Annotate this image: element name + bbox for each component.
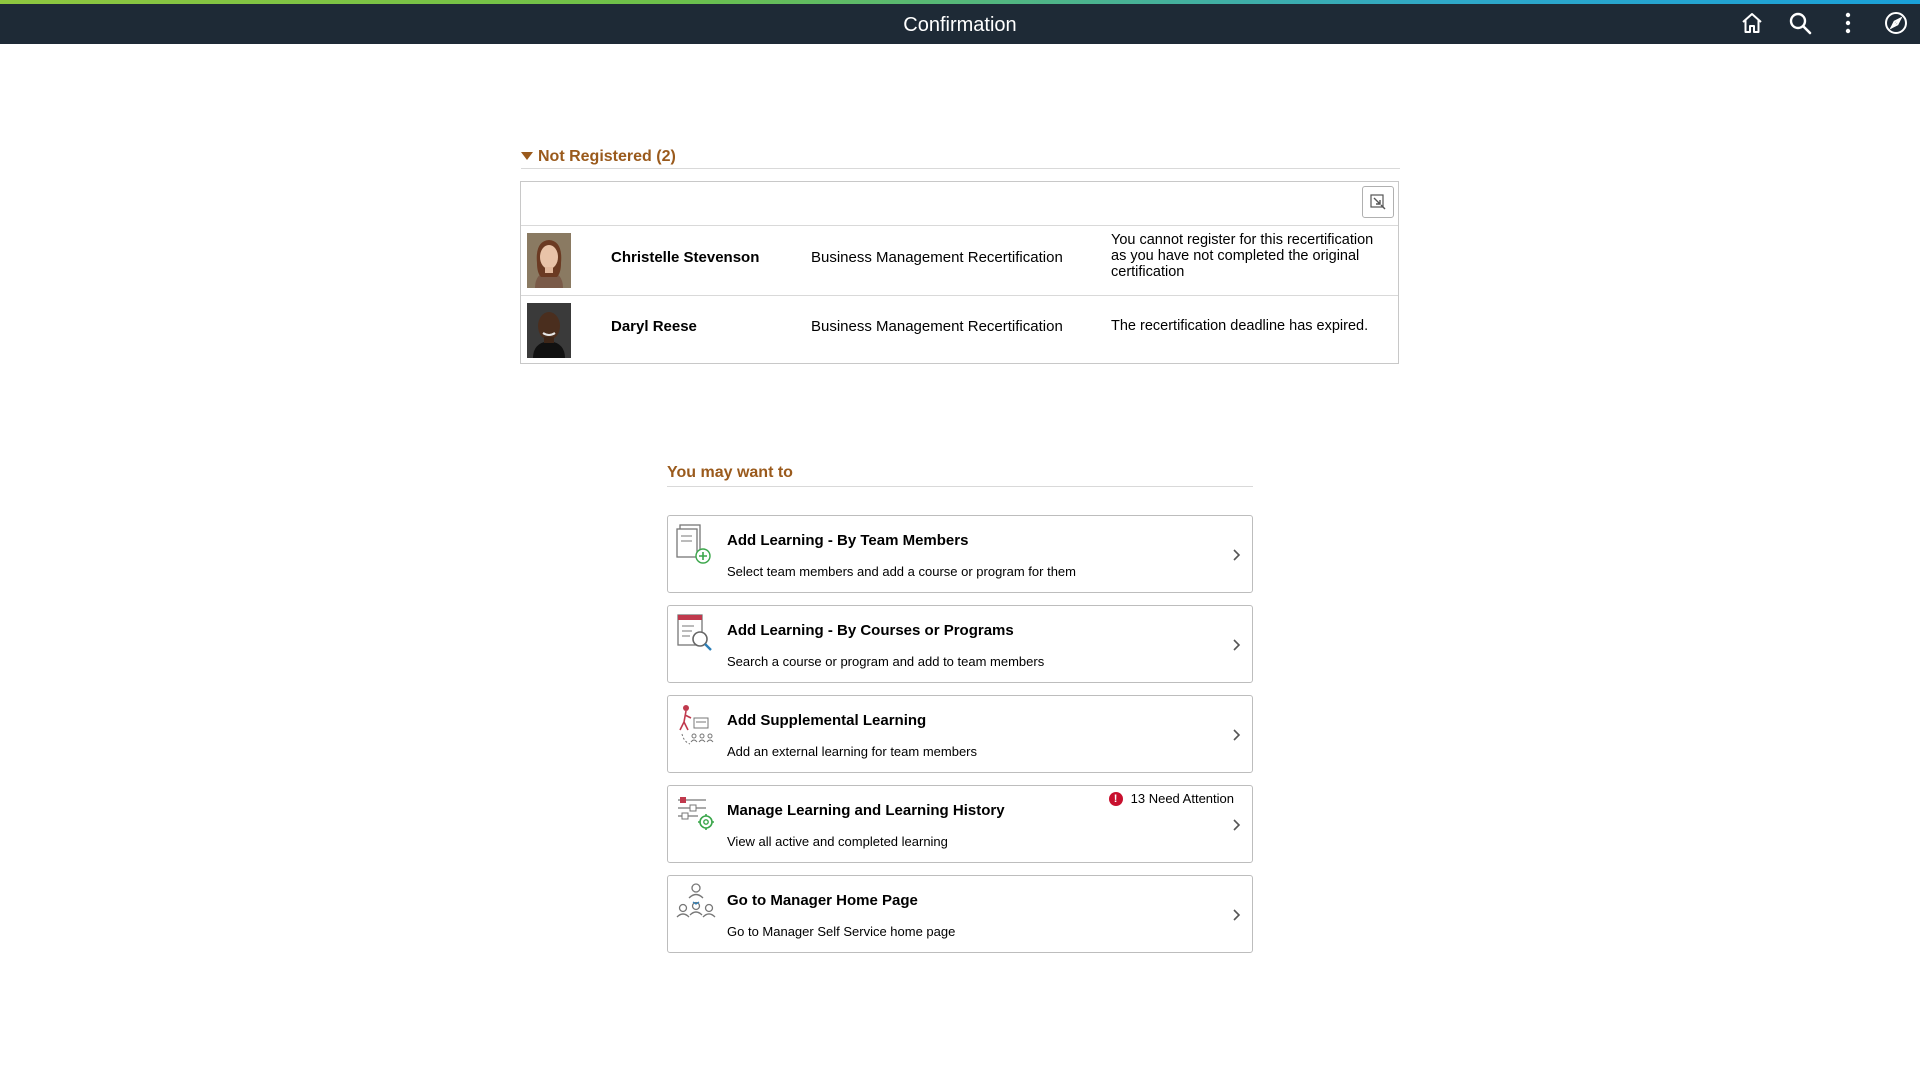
manager-team-icon xyxy=(676,882,716,926)
chevron-right-icon xyxy=(1233,909,1241,921)
add-learning-team-icon xyxy=(676,522,716,566)
search-courses-icon xyxy=(676,612,716,656)
header-bar: Confirmation xyxy=(0,0,1920,44)
manage-learning-history-tile[interactable]: Manage Learning and Learning History Vie… xyxy=(667,785,1253,863)
tile-description: Select team members and add a course or … xyxy=(727,564,1076,579)
chevron-right-icon xyxy=(1233,819,1241,831)
learner-name: Daryl Reese xyxy=(611,318,697,335)
add-learning-courses-tile[interactable]: Add Learning - By Courses or Programs Se… xyxy=(667,605,1253,683)
manager-home-page-tile[interactable]: Go to Manager Home Page Go to Manager Se… xyxy=(667,875,1253,953)
chevron-right-icon xyxy=(1233,549,1241,561)
learner-name: Christelle Stevenson xyxy=(611,249,760,266)
course-name: Business Management Recertification xyxy=(811,318,1063,335)
you-may-want-to-header: You may want to xyxy=(667,464,1253,487)
alert-icon: ! xyxy=(1108,791,1123,806)
tile-description: Search a course or program and add to te… xyxy=(727,654,1045,669)
manage-learning-icon xyxy=(676,792,716,836)
add-supplemental-learning-tile[interactable]: Add Supplemental Learning Add an externa… xyxy=(667,695,1253,773)
supplemental-learning-icon xyxy=(676,702,716,746)
more-options-icon[interactable] xyxy=(1834,9,1862,37)
not-registered-label[interactable]: Not Registered (2) xyxy=(538,148,676,166)
need-attention-text: 13 Need Attention xyxy=(1130,791,1234,806)
avatar xyxy=(527,303,571,358)
tile-description: Add an external learning for team member… xyxy=(727,744,978,759)
avatar xyxy=(527,233,571,288)
tile-description: View all active and completed learning xyxy=(727,834,948,849)
chevron-right-icon xyxy=(1233,639,1241,651)
grid-toolbar xyxy=(521,182,1398,226)
table-row: Christelle Stevenson Business Management… xyxy=(521,226,1398,296)
chevron-right-icon xyxy=(1233,729,1241,741)
reason-text: The recertification deadline has expired… xyxy=(1111,318,1369,334)
table-row: Daryl Reese Business Management Recertif… xyxy=(521,296,1398,365)
need-attention-badge: ! 13 Need Attention xyxy=(1108,791,1234,806)
collapse-triangle-icon[interactable] xyxy=(521,152,533,160)
export-icon xyxy=(1370,194,1386,210)
tile-title: Go to Manager Home Page xyxy=(727,892,918,909)
add-learning-team-members-tile[interactable]: Add Learning - By Team Members Select te… xyxy=(667,515,1253,593)
export-to-excel-button[interactable] xyxy=(1362,186,1394,218)
header-accent-stripe xyxy=(0,0,1920,4)
navbar-compass-icon[interactable] xyxy=(1882,9,1910,37)
home-icon[interactable] xyxy=(1738,9,1766,37)
tile-title: Add Learning - By Team Members xyxy=(727,532,969,549)
tile-title: Add Learning - By Courses or Programs xyxy=(727,622,1014,639)
you-may-want-to-label: You may want to xyxy=(667,464,793,481)
course-name: Business Management Recertification xyxy=(811,249,1063,266)
not-registered-grid: Christelle Stevenson Business Management… xyxy=(520,181,1399,364)
reason-text: You cannot register for this recertifica… xyxy=(1111,232,1374,280)
search-icon[interactable] xyxy=(1786,9,1814,37)
tile-title: Manage Learning and Learning History xyxy=(727,802,1005,819)
tile-description: Go to Manager Self Service home page xyxy=(727,924,956,939)
not-registered-section-header[interactable]: Not Registered (2) xyxy=(521,146,1400,169)
page-title: Confirmation xyxy=(903,14,1017,36)
tile-title: Add Supplemental Learning xyxy=(727,712,927,729)
